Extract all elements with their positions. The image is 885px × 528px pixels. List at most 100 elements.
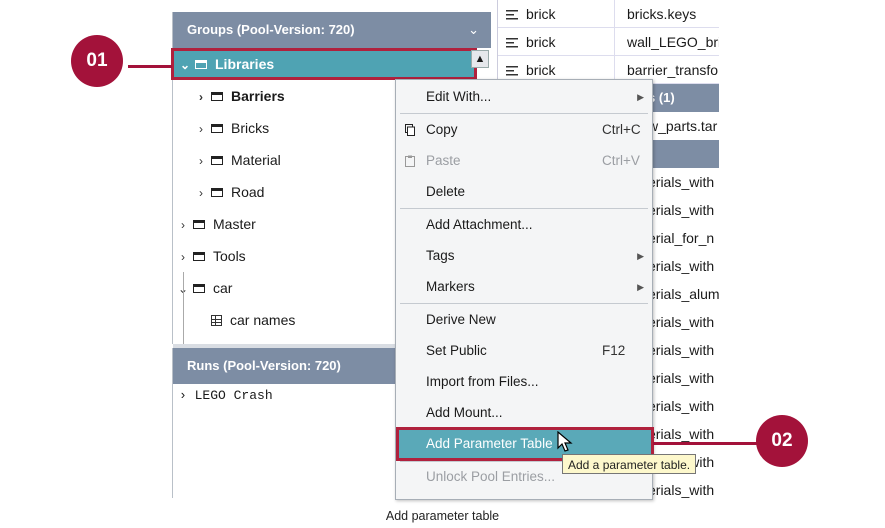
table-cell-name[interactable]: w_parts.tar (648, 112, 717, 140)
tooltip: Add a parameter table. (562, 454, 697, 474)
menu-item-label: Add Mount... (426, 405, 503, 420)
callout-badge-01: 01 (71, 35, 123, 87)
tree-item-road[interactable]: › Road (195, 178, 264, 206)
tree-item-label: Master (213, 216, 256, 232)
menu-item-add-mount[interactable]: Add Mount... (396, 398, 652, 428)
table-cell-name: bricks.keys (614, 0, 696, 27)
tree-guide-line (183, 272, 184, 344)
folder-icon (193, 219, 205, 229)
tree-item-tools[interactable]: › Tools (177, 242, 246, 270)
tree-item-car[interactable]: ⌄car (177, 274, 232, 302)
tree-item-barriers[interactable]: › Barriers (195, 82, 285, 110)
tree-item-label: Road (231, 184, 265, 200)
tree-item-label: car (213, 280, 233, 296)
folder-icon (211, 155, 223, 165)
menu-item-paste[interactable]: Paste Ctrl+V (396, 146, 652, 176)
menu-item-copy[interactable]: Copy Ctrl+C (396, 115, 652, 145)
tree-item-car-names[interactable]: car names (195, 306, 295, 334)
chevron-right-icon[interactable]: › (195, 147, 207, 175)
folder-icon (211, 91, 223, 101)
text-file-icon (506, 10, 518, 21)
table-cell-name[interactable]: erials_with (648, 196, 714, 224)
tree-item-label: Material (231, 152, 281, 168)
menu-item-derive-new[interactable]: Derive New (396, 305, 652, 335)
text-file-icon (506, 38, 518, 49)
callout-leader-line (128, 65, 172, 68)
table-cell-name[interactable]: erials_with (648, 308, 714, 336)
menu-item-label: Add Attachment... (426, 217, 533, 232)
menu-separator (400, 113, 648, 114)
table-cell-name[interactable]: erials_with (648, 168, 714, 196)
menu-item-label: Delete (426, 184, 466, 199)
paste-icon (405, 155, 415, 167)
submenu-arrow-icon: ▶ (637, 92, 644, 102)
menu-item-label: Markers (426, 279, 475, 294)
tree-item-bricks[interactable]: › Bricks (195, 114, 269, 142)
table-cell-name[interactable]: erials_alum (648, 280, 720, 308)
menu-separator (400, 208, 648, 209)
chevron-right-icon[interactable]: › (179, 388, 187, 403)
table-row[interactable]: brick bricks.keys (498, 0, 719, 28)
menu-item-shortcut: Ctrl+C (602, 122, 641, 137)
menu-item-edit-with[interactable]: Edit With... ▶ (396, 82, 652, 112)
table-cell-name[interactable]: erials_with (648, 336, 714, 364)
submenu-arrow-icon: ▶ (637, 251, 644, 261)
tree-item-label: Bricks (231, 120, 270, 136)
chevron-right-icon[interactable]: › (177, 211, 189, 239)
text-file-icon (506, 66, 518, 77)
scroll-up-button[interactable]: ▲ (471, 50, 489, 68)
groups-panel-header[interactable]: Groups (Pool-Version: 720) ⌄ (173, 12, 491, 48)
menu-item-label: Import from Files... (426, 374, 539, 389)
menu-item-shortcut: Ctrl+V (602, 153, 640, 168)
folder-icon (193, 251, 205, 261)
menu-item-label: Unlock Pool Entries... (426, 469, 556, 484)
mouse-cursor-icon (557, 431, 573, 452)
table-cell-type: brick (526, 62, 556, 78)
folder-icon (195, 59, 207, 69)
menu-item-add-attachment[interactable]: Add Attachment... (396, 210, 652, 240)
menu-item-import-from-files[interactable]: Import from Files... (396, 367, 652, 397)
table-row[interactable]: brick wall_LEGO_bric (498, 28, 719, 56)
menu-item-label: Copy (426, 122, 458, 137)
folder-icon (211, 123, 223, 133)
figure-caption: Add parameter table (385, 509, 500, 523)
menu-item-tags[interactable]: Tags ▶ (396, 241, 652, 271)
menu-item-delete[interactable]: Delete (396, 177, 652, 207)
table-cell-name[interactable]: erial_for_n (648, 224, 714, 252)
chevron-down-icon[interactable]: ⌄ (179, 51, 191, 79)
menu-item-shortcut: F12 (602, 343, 626, 358)
chevron-right-icon[interactable]: › (195, 83, 207, 111)
run-item-lego-crash[interactable]: › LEGO Crash (179, 388, 273, 403)
chevron-down-icon[interactable]: ⌄ (468, 12, 479, 48)
chevron-right-icon[interactable]: › (177, 243, 189, 271)
tree-item-libraries[interactable]: ⌄ Libraries (171, 48, 477, 80)
table-cell-name[interactable]: erials_with (648, 364, 714, 392)
menu-item-markers[interactable]: Markers ▶ (396, 272, 652, 302)
menu-item-label: Set Public (426, 343, 487, 358)
table-cell-type: brick (526, 34, 556, 50)
submenu-arrow-icon: ▶ (637, 282, 644, 292)
tree-item-label: Libraries (215, 56, 275, 72)
table-cell-name: wall_LEGO_bric (614, 28, 719, 55)
table-cell-name[interactable]: erials_with (648, 252, 714, 280)
run-item-label: LEGO Crash (194, 388, 273, 403)
folder-icon (211, 187, 223, 197)
table-icon (211, 314, 222, 326)
chevron-right-icon[interactable]: › (195, 115, 207, 143)
menu-item-set-public[interactable]: Set Public F12 (396, 336, 652, 366)
folder-icon (193, 283, 205, 293)
chevron-right-icon[interactable]: › (195, 179, 207, 207)
tree-item-label: Tools (213, 248, 246, 264)
groups-panel-title: Groups (Pool-Version: 720) (187, 22, 355, 37)
table-cell-type: brick (526, 6, 556, 22)
menu-item-label: Derive New (426, 312, 496, 327)
tree-item-master[interactable]: › Master (177, 210, 256, 238)
menu-item-label: Edit With... (426, 89, 492, 104)
tree-item-label: Barriers (231, 88, 285, 104)
menu-separator (400, 303, 648, 304)
table-cell-name[interactable]: erials_with (648, 392, 714, 420)
runs-panel-title: Runs (Pool-Version: 720) (187, 358, 341, 373)
menu-item-label: Add Parameter Table (426, 436, 553, 451)
tree-item-material[interactable]: › Material (195, 146, 281, 174)
table-cell-name[interactable]: erials_with (648, 476, 714, 504)
